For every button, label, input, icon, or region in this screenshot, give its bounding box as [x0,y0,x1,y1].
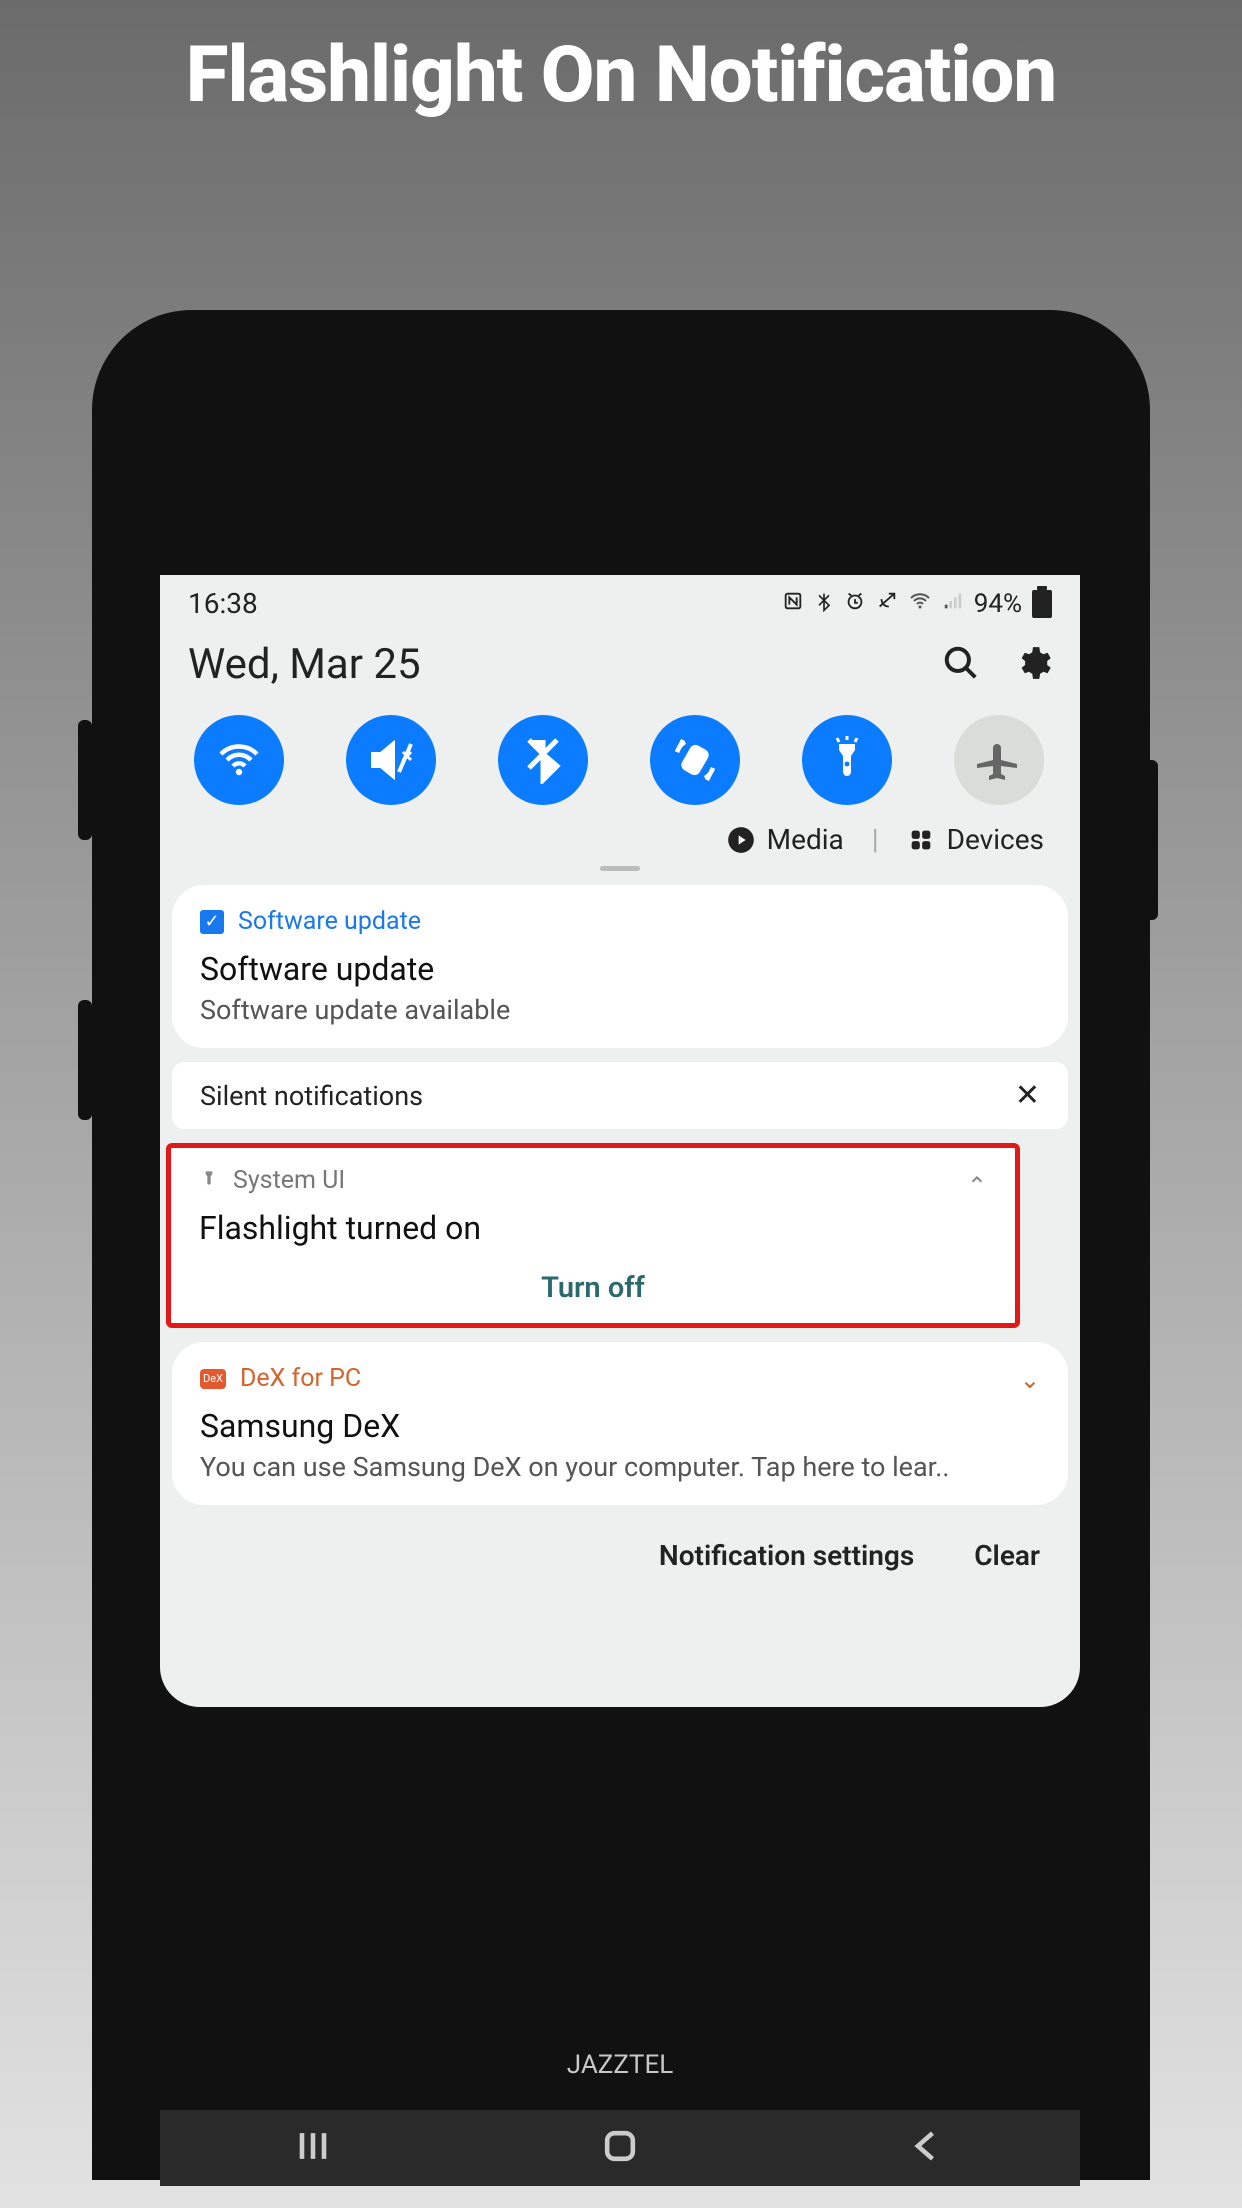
notification-title: Samsung DeX [200,1407,1040,1445]
notification-body: Software update available [200,994,1040,1026]
notification-app-line: ✓ Software update [200,907,1040,936]
notification-panel: 16:38 94% Wed, Mar 25 [160,575,1080,1707]
silent-notifications-header: Silent notifications ✕ [172,1062,1068,1129]
bluetooth-icon [814,590,834,618]
close-icon[interactable]: ✕ [1015,1078,1040,1113]
qs-flashlight-toggle[interactable] [802,715,892,805]
nav-home-button[interactable] [598,2124,642,2172]
flashlight-icon [199,1166,219,1195]
qs-bluetooth-toggle[interactable] [498,715,588,805]
quick-settings-row [160,699,1080,815]
search-icon[interactable] [942,644,980,686]
panel-handle[interactable] [600,866,640,871]
dex-icon: DeX [200,1369,226,1389]
notification-flashlight[interactable]: System UI ⌃ Flashlight turned on Turn of… [166,1143,1020,1328]
media-button[interactable]: Media [727,823,844,856]
qs-autorotate-toggle[interactable] [650,715,740,805]
chevron-up-icon[interactable]: ⌃ [967,1172,987,1200]
notification-app-name: Software update [238,907,421,936]
status-icons: 94% [782,589,1052,619]
qs-mute-toggle[interactable] [346,715,436,805]
status-bar: 16:38 94% [160,575,1080,624]
qs-wifi-toggle[interactable] [194,715,284,805]
notification-software-update[interactable]: ✓ Software update Software update Softwa… [172,885,1068,1048]
battery-icon [1032,590,1052,618]
date-text: Wed, Mar 25 [188,640,421,689]
devices-label: Devices [947,823,1044,856]
qs-airplane-toggle[interactable] [954,715,1044,805]
nav-recents-button[interactable] [291,2124,335,2172]
wifi-icon [908,589,932,619]
phone-side-button [78,720,92,840]
panel-header: Wed, Mar 25 [160,624,1080,699]
nfc-icon [782,590,804,618]
turn-off-button[interactable]: Turn off [199,1253,987,1305]
notification-app-name: DeX for PC [240,1364,361,1393]
phone-side-button [1144,760,1158,920]
android-navigation-bar [160,2110,1080,2186]
notification-settings-button[interactable]: Notification settings [659,1539,914,1572]
checkbox-icon: ✓ [200,910,224,934]
gear-icon[interactable] [1014,644,1052,686]
notification-app-line: System UI [199,1166,987,1195]
devices-button[interactable]: Devices [907,823,1044,856]
notification-dex[interactable]: DeX DeX for PC ⌄ Samsung DeX You can use… [172,1342,1068,1505]
battery-percent: 94% [974,589,1022,619]
phone-side-button [78,1000,92,1120]
vibrate-icon [876,590,898,618]
chevron-down-icon[interactable]: ⌄ [1020,1366,1040,1394]
notification-title: Flashlight turned on [199,1209,987,1247]
media-label: Media [767,823,844,856]
notification-app-name: System UI [233,1166,345,1195]
notification-app-line: DeX DeX for PC [200,1364,1040,1393]
nav-back-button[interactable] [905,2124,949,2172]
notification-body: You can use Samsung DeX on your computer… [200,1451,1040,1483]
silent-header-label: Silent notifications [200,1080,423,1112]
signal-icon [942,590,964,618]
notification-title: Software update [200,950,1040,988]
alarm-icon [844,590,866,618]
quick-settings-subrow: Media | Devices [160,815,1080,860]
panel-footer: Notification settings Clear [160,1519,1080,1592]
status-time: 16:38 [188,587,258,620]
carrier-label: JAZZTEL [162,2050,1078,2080]
clear-button[interactable]: Clear [974,1539,1040,1572]
page-title: Flashlight On Notification [0,0,1242,121]
